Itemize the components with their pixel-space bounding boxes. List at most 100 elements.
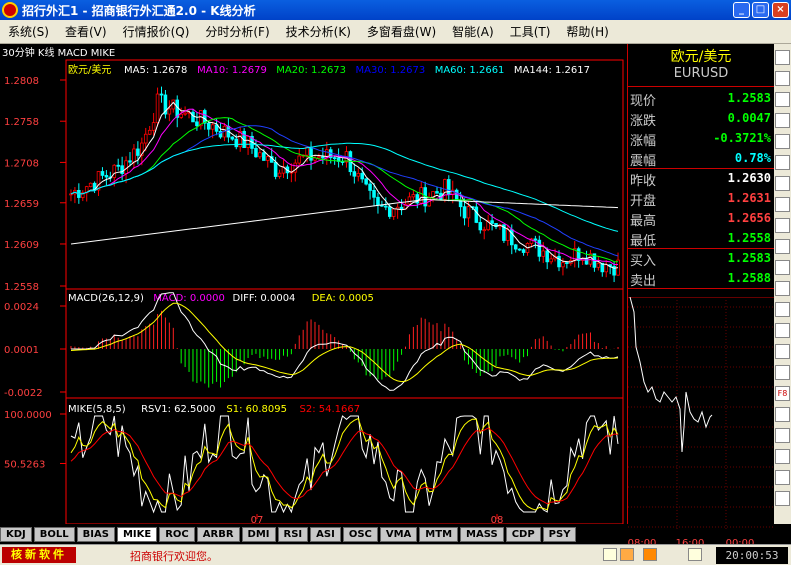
main-legend-symbol: 欧元/美元 (68, 63, 111, 76)
tool7-icon[interactable] (775, 176, 790, 191)
tool15-icon[interactable] (775, 344, 790, 359)
tab-mike[interactable]: MIKE (116, 527, 158, 542)
close-button[interactable]: × (772, 2, 789, 18)
mini-intraday-chart[interactable]: 08:0016:0000:00 (628, 297, 774, 551)
tool19-icon[interactable] (775, 428, 790, 443)
candle-body (132, 148, 136, 163)
tab-boll[interactable]: BOLL (33, 527, 75, 542)
quote-code: EURUSD (673, 66, 729, 81)
main-axis-label: 1.2558 (4, 282, 39, 293)
menu-bar: 系统(S) 查看(V) 行情报价(Q) 分时分析(F) 技术分析(K) 多窗看盘(W) 智能… (0, 20, 791, 44)
calc-icon[interactable] (688, 548, 702, 561)
candle-body (116, 164, 120, 167)
tool9-icon[interactable] (775, 218, 790, 233)
candle-body (254, 148, 258, 158)
tab-bias[interactable]: BIAS (76, 527, 115, 542)
main-legend-item: MA144: 1.2617 (514, 65, 590, 76)
quote-divider (628, 86, 774, 87)
tool20-icon[interactable] (775, 449, 790, 464)
title-bar[interactable]: 招行外汇1 - 招商银行外汇通2.0 - K线分析 _ □ × (0, 0, 791, 20)
main-axis-label: 1.2758 (4, 117, 39, 128)
candle-body (545, 250, 549, 263)
menu-item-5[interactable]: 多窗看盘(W) (359, 23, 444, 40)
mike-legend-item: S2: 54.1667 (300, 404, 361, 415)
menu-item-0[interactable]: 系统(S) (0, 23, 57, 40)
maximize-button[interactable]: □ (752, 2, 769, 18)
quote-value: 1.2558 (727, 231, 771, 245)
tool18-icon[interactable] (775, 407, 790, 422)
ma30-line (70, 125, 619, 257)
tool16-icon[interactable] (775, 365, 790, 380)
candle-body (265, 156, 270, 161)
quote-separator (628, 288, 774, 289)
menu-item-6[interactable]: 智能(A) (444, 23, 502, 40)
minimize-button[interactable]: _ (733, 2, 750, 18)
menu-item-2[interactable]: 行情报价(Q) (115, 23, 198, 40)
network-icon[interactable] (620, 548, 634, 561)
tab-osc[interactable]: OSC (342, 527, 378, 542)
candle-body (277, 172, 282, 177)
quote-row: 最高 1.2656 (628, 208, 774, 229)
menu-item-1[interactable]: 查看(V) (57, 23, 115, 40)
tab-mtm[interactable]: MTM (419, 527, 459, 542)
quote-row: 涨幅 -0.3721% (628, 128, 774, 149)
alert-icon[interactable] (643, 548, 657, 561)
menu-item-4[interactable]: 技术分析(K) (278, 23, 359, 40)
kline-chart-svg[interactable]: 30分钟 K线 MACD MIKE 欧元/美元 MA5: 1.2678 MA10: 1… (0, 44, 627, 524)
quote-value: 1.2631 (727, 191, 771, 205)
candle-body (96, 171, 101, 191)
zoom-icon[interactable] (775, 71, 790, 86)
tool13-icon[interactable] (775, 302, 790, 317)
candle-body (305, 146, 309, 156)
tab-cdp[interactable]: CDP (505, 527, 541, 542)
tool22-icon[interactable] (775, 491, 790, 506)
tool4-icon[interactable] (775, 113, 790, 128)
tab-arbr[interactable]: ARBR (196, 527, 240, 542)
tool5-icon[interactable] (775, 134, 790, 149)
cursor-icon[interactable] (775, 50, 790, 65)
menu-item-3[interactable]: 分时分析(F) (197, 23, 277, 40)
status-logo: 核新软件 (2, 547, 76, 563)
candle-body (604, 264, 609, 273)
candle-body (517, 248, 522, 251)
tab-rsi[interactable]: RSI (277, 527, 309, 542)
tool12-icon[interactable] (775, 281, 790, 296)
tab-kdj[interactable]: KDJ (0, 527, 32, 542)
monitor-icon[interactable] (603, 548, 617, 561)
candle-body (136, 148, 140, 156)
tab-dmi[interactable]: DMI (241, 527, 276, 542)
menu-item-7[interactable]: 工具(T) (502, 23, 559, 40)
candle-body (474, 206, 479, 223)
candle-body (391, 208, 396, 217)
kline-chart-area[interactable]: 30分钟 K线 MACD MIKE 欧元/美元 MA5: 1.2678 MA10: 1… (0, 44, 627, 524)
tab-roc[interactable]: ROC (159, 527, 195, 542)
tab-vma[interactable]: VMA (379, 527, 418, 542)
menu-item-8[interactable]: 帮助(H) (558, 23, 616, 40)
f8-icon[interactable]: F8 (775, 386, 790, 401)
candle-body (360, 172, 364, 180)
quote-value: 1.2656 (727, 211, 771, 225)
tool14-icon[interactable] (775, 323, 790, 338)
tab-psy[interactable]: PSY (542, 527, 577, 542)
tool6-icon[interactable] (775, 155, 790, 170)
quote-value: 1.2630 (727, 171, 771, 185)
candle-body (521, 249, 526, 253)
candle-body (549, 258, 553, 263)
candle-body (159, 93, 164, 96)
quote-row: 开盘 1.2631 (628, 188, 774, 209)
tool10-icon[interactable] (775, 239, 790, 254)
tab-asi[interactable]: ASI (310, 527, 341, 542)
ma144-line (70, 198, 619, 245)
quote-row: 涨跌 0.0047 (628, 108, 774, 129)
tab-mass[interactable]: MASS (460, 527, 504, 542)
candle-body (143, 133, 148, 144)
candle-body (230, 136, 235, 140)
candle-body (246, 135, 250, 148)
candle-body (447, 179, 451, 196)
tool3-icon[interactable] (775, 92, 790, 107)
status-bar: 核新软件 招商银行欢迎您。 20:00:53 (0, 544, 791, 565)
tool8-icon[interactable] (775, 197, 790, 212)
candle-body (179, 113, 183, 118)
tool21-icon[interactable] (775, 470, 790, 485)
tool11-icon[interactable] (775, 260, 790, 275)
